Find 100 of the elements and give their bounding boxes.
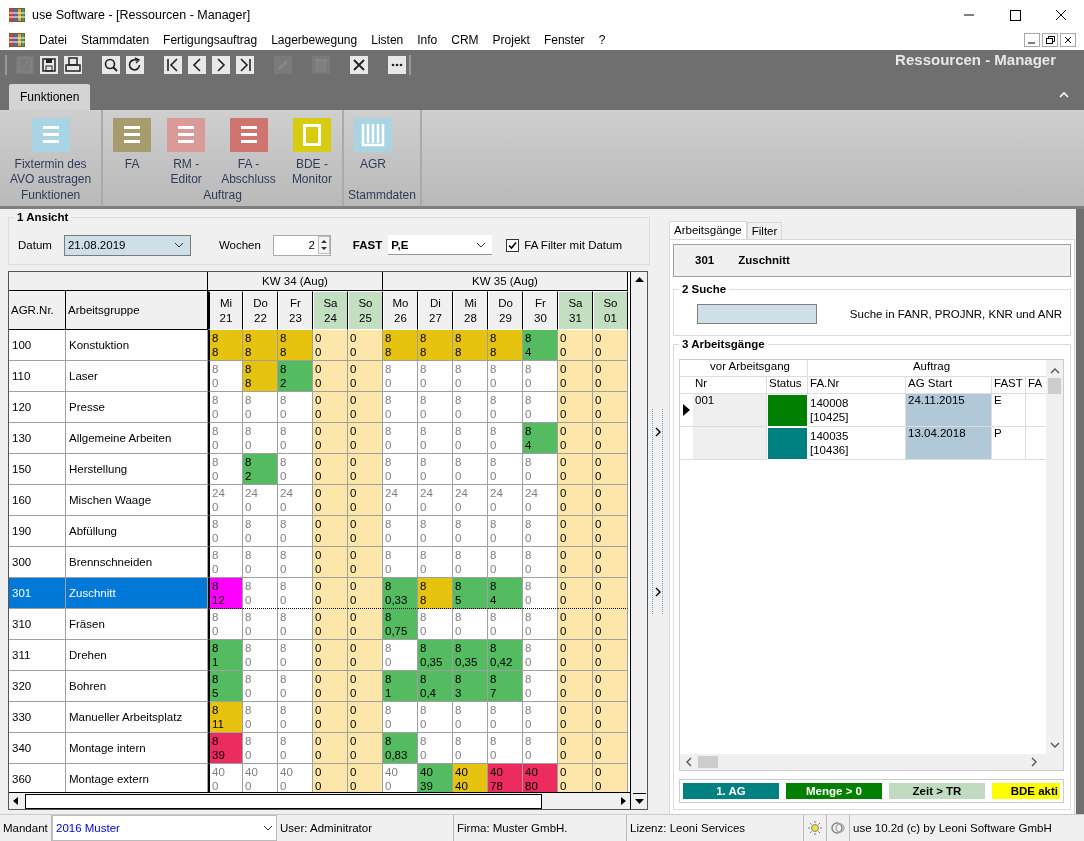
- menu-item[interactable]: Lagerbewegung: [264, 33, 365, 47]
- expand-icon[interactable]: [654, 426, 661, 437]
- load-cell: 0 0: [593, 733, 628, 764]
- load-cell: 8 0: [278, 392, 313, 423]
- load-cell: 8 0: [243, 671, 278, 702]
- load-cell: 0 0: [593, 702, 628, 733]
- legend-chip: BDE akti: [992, 783, 1060, 799]
- table-cell: P: [992, 427, 1026, 460]
- load-cell: 8 0: [383, 392, 418, 423]
- scroll-thumb[interactable]: [1048, 378, 1061, 394]
- load-cell: 8 0: [418, 454, 453, 485]
- minimize-icon[interactable]: [1024, 33, 1040, 47]
- load-cell: 0 0: [593, 330, 628, 361]
- mandant-dropdown[interactable]: 2016 Muster: [52, 815, 277, 841]
- day-header: Di 27: [418, 291, 453, 330]
- sun-icon[interactable]: [807, 820, 823, 836]
- spinner-arrows-icon[interactable]: [317, 236, 330, 254]
- ribbon-button[interactable]: Fixtermin des AVO austragen: [4, 110, 98, 187]
- scroll-thumb[interactable]: [25, 793, 542, 809]
- load-cell: 24 0: [523, 485, 558, 516]
- ribbon-button[interactable]: AGR: [347, 110, 398, 172]
- tab[interactable]: Arbeitsgänge: [669, 221, 747, 239]
- load-cell: 8 8: [243, 361, 278, 392]
- vertical-scrollbar[interactable]: [1046, 360, 1063, 754]
- load-cell: 8 0: [383, 516, 418, 547]
- fast-dropdown[interactable]: P,E: [388, 235, 493, 255]
- next-icon[interactable]: [212, 56, 230, 74]
- first-icon[interactable]: [164, 56, 182, 74]
- close-icon[interactable]: [1060, 33, 1076, 47]
- table-cell: 311: [9, 640, 66, 671]
- dropdown-icon[interactable]: [173, 242, 184, 248]
- scroll-thumb[interactable]: [698, 756, 718, 768]
- load-cell: 24 0: [418, 485, 453, 516]
- load-cell: 0 0: [558, 330, 593, 361]
- filter-checkbox[interactable]: FA Filter mit Datum: [506, 238, 623, 252]
- scroll-up-icon[interactable]: [1048, 366, 1061, 376]
- weeks-spinner[interactable]: 2: [272, 234, 331, 256]
- scroll-left-icon[interactable]: [684, 756, 694, 768]
- load-cell: 40 39: [418, 764, 453, 792]
- load-cell: 0 0: [313, 485, 348, 516]
- menu-item[interactable]: Fenster: [536, 33, 592, 47]
- table-cell: 330: [9, 702, 66, 733]
- column-header: FAST: [992, 377, 1026, 394]
- close-icon[interactable]: [350, 56, 368, 74]
- ribbon-button[interactable]: RM - Editor: [161, 110, 212, 187]
- restore-icon[interactable]: [1042, 33, 1058, 47]
- load-cell: 8 0: [208, 547, 243, 578]
- horizontal-scrollbar[interactable]: [680, 754, 1063, 770]
- load-cell: 8 8: [243, 330, 278, 361]
- vertical-scrollbar[interactable]: [630, 272, 647, 809]
- last-icon[interactable]: [236, 56, 254, 74]
- menu-item[interactable]: Projekt: [485, 33, 537, 47]
- horizontal-scrollbar[interactable]: [9, 792, 630, 809]
- save-icon[interactable]: [40, 56, 58, 74]
- date-field[interactable]: 21.08.2019: [63, 234, 191, 256]
- table-cell: 001: [693, 394, 767, 427]
- window-title: use Software - [Ressourcen - Manager]: [32, 8, 252, 22]
- dropdown-icon[interactable]: [476, 241, 487, 248]
- checkbox-icon[interactable]: [506, 238, 520, 252]
- ribbon-button[interactable]: FA - Abschluss: [215, 110, 282, 187]
- load-cell: 0 0: [313, 640, 348, 671]
- collapse-icon[interactable]: [1058, 90, 1070, 100]
- load-cell: 0 0: [558, 733, 593, 764]
- app-icon[interactable]: [8, 32, 26, 48]
- day-header: Sa 31: [558, 291, 593, 330]
- scroll-right-icon[interactable]: [1029, 756, 1039, 768]
- tab[interactable]: Filter: [746, 222, 783, 239]
- menu-item[interactable]: Listen: [364, 33, 411, 47]
- ribbon-button[interactable]: FA: [107, 110, 158, 172]
- search-icon[interactable]: [102, 56, 120, 74]
- menu-item[interactable]: ?: [591, 33, 613, 47]
- print-icon[interactable]: [64, 56, 82, 74]
- table-cell: Allgemeine Arbeiten: [66, 423, 208, 454]
- load-cell: 8 0: [488, 423, 523, 454]
- menu-item[interactable]: Fertigungsauftrag: [156, 33, 265, 47]
- load-cell: 0 0: [313, 671, 348, 702]
- menu-item[interactable]: Info: [410, 33, 445, 47]
- page-title: Ressourcen - Manager: [895, 51, 1056, 68]
- previous-icon[interactable]: [188, 56, 206, 74]
- load-cell: 24 0: [453, 485, 488, 516]
- menu-item[interactable]: Datei: [32, 33, 74, 47]
- menu-item[interactable]: Stammdaten: [74, 33, 157, 47]
- load-cell: 8 0: [278, 733, 313, 764]
- search-field[interactable]: [697, 303, 817, 324]
- more-icon[interactable]: [388, 56, 406, 74]
- menu-item[interactable]: CRM: [444, 33, 486, 47]
- load-cell: 8 0: [243, 578, 278, 609]
- load-cell: 8 0: [488, 702, 523, 733]
- load-cell: 8 0: [418, 702, 453, 733]
- load-cell: 8 0: [523, 609, 558, 640]
- dropdown-icon[interactable]: [263, 825, 273, 831]
- ribbon-button[interactable]: BDE - Monitor: [285, 110, 338, 187]
- table-cell: E: [992, 394, 1026, 427]
- expand-icon[interactable]: [654, 586, 661, 597]
- refresh-icon[interactable]: [126, 56, 144, 74]
- ribbon-tab[interactable]: Funktionen: [9, 84, 91, 110]
- load-cell: 8 0: [278, 609, 313, 640]
- table-cell: 120: [9, 392, 66, 423]
- network-icon[interactable]: [830, 820, 846, 836]
- scroll-down-icon[interactable]: [1048, 740, 1061, 750]
